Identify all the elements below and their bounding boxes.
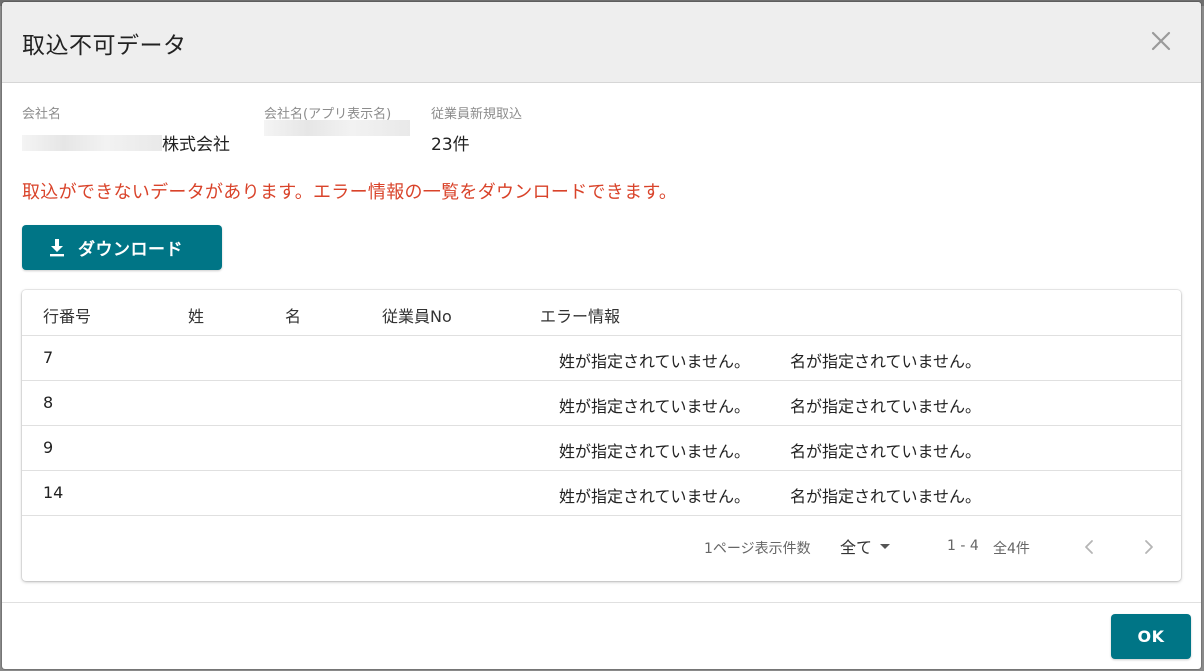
table-row: 14 姓が指定されていません。 名が指定されていません。 xyxy=(22,471,1181,516)
cell-error-2: 名が指定されていません。 xyxy=(790,442,982,461)
ok-button[interactable]: OK xyxy=(1111,614,1191,659)
prev-page-button[interactable] xyxy=(1075,533,1103,561)
download-button-label: ダウンロード xyxy=(78,240,183,260)
company-name-suffix: 株式会社 xyxy=(162,135,230,155)
table-row: 7 姓が指定されていません。 名が指定されていません。 xyxy=(22,336,1181,381)
company-app-name-field: 会社名(アプリ表示名) xyxy=(264,106,410,136)
per-page-label: 1ページ表示件数 xyxy=(704,541,811,557)
cell-error-2: 名が指定されていません。 xyxy=(790,352,982,371)
company-app-name-value xyxy=(264,120,410,136)
company-name-field: 会社名 株式会社 xyxy=(22,106,230,155)
cell-error-1: 姓が指定されていません。 xyxy=(559,352,751,371)
cell-row-no: 8 xyxy=(43,393,54,412)
company-name-value: 株式会社 xyxy=(22,130,230,155)
download-button[interactable]: ダウンロード xyxy=(22,225,222,270)
chevron-left-icon xyxy=(1085,540,1093,554)
cell-error-2: 名が指定されていません。 xyxy=(790,487,982,506)
cell-row-no: 14 xyxy=(43,483,64,502)
cell-row-no: 9 xyxy=(43,438,54,457)
page-range: 1 - 4 xyxy=(947,538,979,554)
column-header-last-name[interactable]: 姓 xyxy=(188,303,204,327)
cell-error-1: 姓が指定されていません。 xyxy=(559,487,751,506)
column-header-employee-no[interactable]: 従業員No xyxy=(382,303,452,327)
error-data-dialog: 取込不可データ 会社名 株式会社 会社名(アプリ表示名) 従業員新規取込 23件… xyxy=(2,2,1201,669)
dialog-actions: OK xyxy=(2,602,1201,669)
error-message: 取込ができないデータがあります。エラー情報の一覧をダウンロードできます。 xyxy=(22,182,678,203)
column-header-row-no[interactable]: 行番号 xyxy=(43,303,91,327)
cell-error-1: 姓が指定されていません。 xyxy=(559,397,751,416)
dialog-header: 取込不可データ xyxy=(2,2,1201,83)
new-employee-field: 従業員新規取込 23件 xyxy=(431,106,522,155)
redacted-text xyxy=(22,134,162,151)
total-count: 全4件 xyxy=(993,541,1030,557)
close-icon xyxy=(1151,31,1171,51)
error-table: 行番号 姓 名 従業員No エラー情報 7 姓が指定されていません。 名が指定さ… xyxy=(22,290,1181,581)
new-employee-label: 従業員新規取込 xyxy=(431,107,523,122)
cell-error-2: 名が指定されていません。 xyxy=(790,397,982,416)
company-name-label: 会社名 xyxy=(22,107,62,122)
table-row: 8 姓が指定されていません。 名が指定されていません。 xyxy=(22,381,1181,426)
per-page-select[interactable]: 全て xyxy=(840,533,891,559)
redacted-text xyxy=(264,120,410,136)
dialog-title: 取込不可データ xyxy=(22,33,187,59)
per-page-value: 全て xyxy=(840,538,873,557)
next-page-button[interactable] xyxy=(1135,533,1163,561)
cell-row-no: 7 xyxy=(43,348,54,367)
chevron-right-icon xyxy=(1145,540,1153,554)
download-icon xyxy=(50,238,64,256)
column-header-first-name[interactable]: 名 xyxy=(285,303,301,327)
close-button[interactable] xyxy=(1149,29,1173,53)
table-header: 行番号 姓 名 従業員No エラー情報 xyxy=(22,290,1181,336)
table-row: 9 姓が指定されていません。 名が指定されていません。 xyxy=(22,426,1181,471)
new-employee-value: 23件 xyxy=(431,135,470,155)
caret-down-icon xyxy=(880,543,891,549)
table-pagination: 1ページ表示件数 全て 1 - 4 全4件 xyxy=(22,516,1181,580)
column-header-error-info[interactable]: エラー情報 xyxy=(540,303,620,327)
cell-error-1: 姓が指定されていません。 xyxy=(559,442,751,461)
